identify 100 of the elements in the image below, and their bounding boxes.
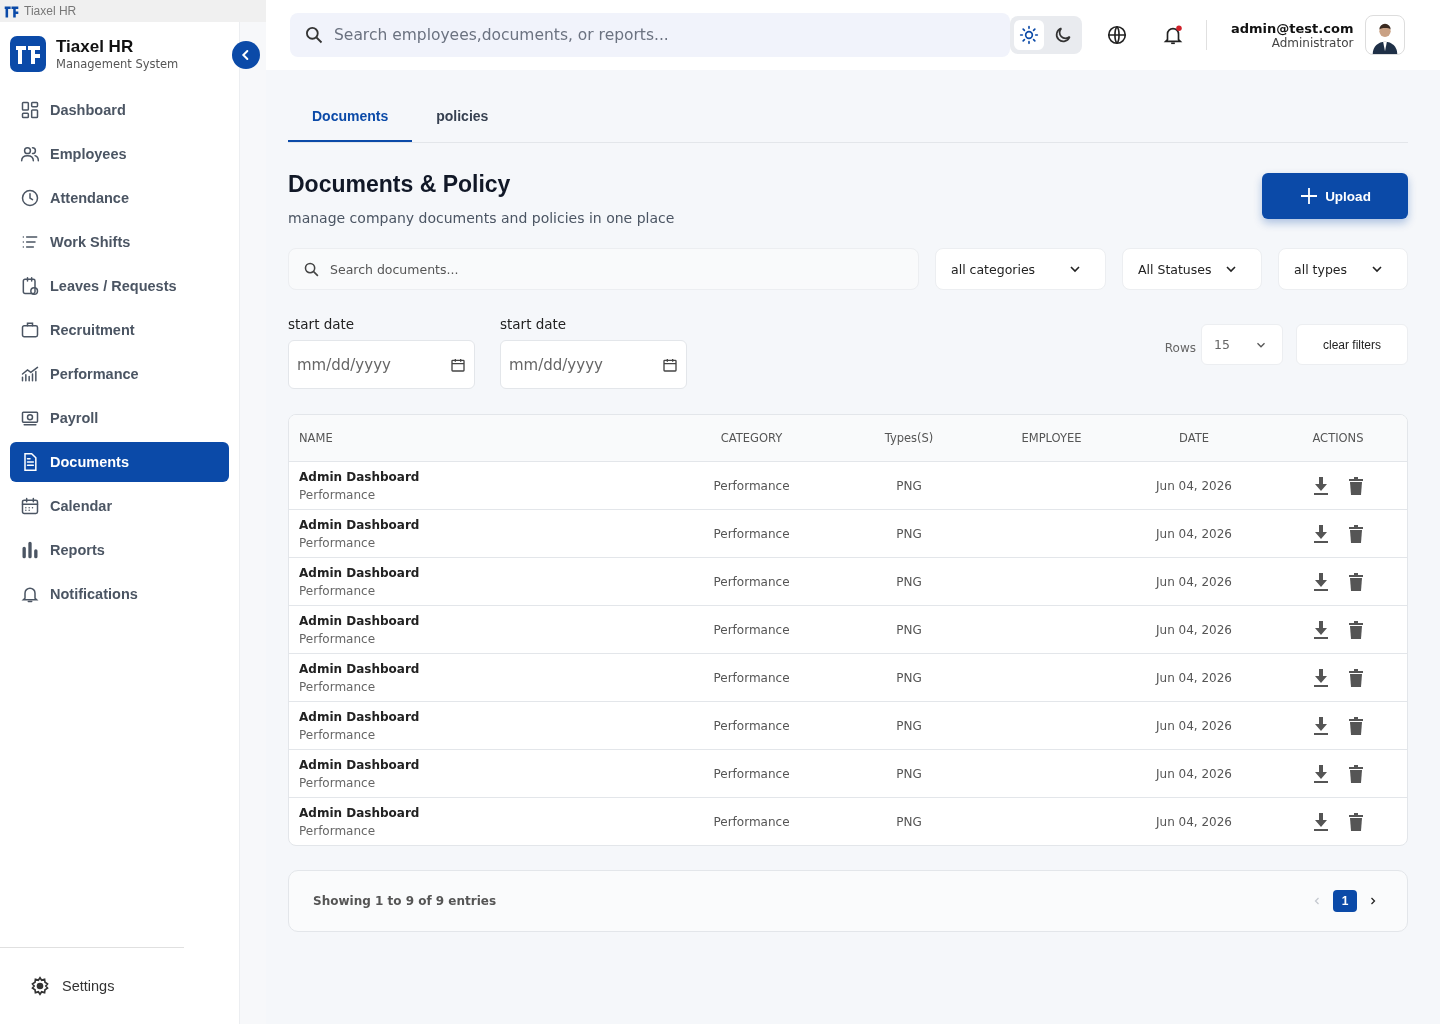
avatar[interactable]: [1365, 15, 1406, 55]
settings-icon: [30, 976, 50, 996]
nav-item[interactable]: Calendar: [10, 486, 229, 526]
user-email: admin@test.com: [1231, 20, 1354, 36]
document-search-field[interactable]: Search documents...: [288, 248, 919, 290]
document-name: Admin Dashboard: [299, 757, 421, 772]
table-cell-text: PNG: [895, 718, 923, 733]
nav-icon: [20, 540, 40, 560]
table-cell-text: PNG: [895, 478, 923, 493]
nav-item[interactable]: Employees: [10, 134, 229, 174]
download-icon[interactable]: [1313, 668, 1329, 687]
document-subtitle: Performance: [299, 535, 377, 550]
download-icon[interactable]: [1313, 716, 1329, 735]
theme-toggle[interactable]: [1010, 16, 1082, 54]
globe-icon[interactable]: [1106, 24, 1128, 46]
global-search-field[interactable]: Search employees,documents, or reports...: [290, 13, 1010, 57]
notification-bell-icon[interactable]: [1162, 24, 1184, 46]
rows-label: Rows: [1164, 340, 1196, 355]
clear-filters-button[interactable]: clear filters: [1296, 324, 1408, 365]
table-cell-text: Performance: [712, 766, 791, 781]
download-icon[interactable]: [1313, 476, 1329, 495]
filter-dropdown[interactable]: all categories: [935, 248, 1106, 290]
trash-icon[interactable]: [1349, 476, 1363, 495]
nav-icon: [20, 100, 40, 120]
table-cell-text: Jun 04, 2026: [1154, 766, 1233, 781]
document-subtitle: Performance: [299, 583, 377, 598]
nav-item[interactable]: Documents: [10, 442, 229, 482]
user-role: Administrator: [1271, 35, 1354, 50]
table-cell-text: Performance: [712, 478, 791, 493]
light-mode-button[interactable]: [1014, 20, 1044, 50]
column-header: EMPLOYEE: [1020, 431, 1083, 445]
trash-icon[interactable]: [1349, 620, 1363, 639]
nav-item[interactable]: Recruitment: [10, 310, 229, 350]
collapse-button[interactable]: [232, 41, 260, 69]
date-label: start date: [288, 316, 356, 332]
trash-icon[interactable]: [1349, 524, 1363, 543]
nav-item[interactable]: Performance: [10, 354, 229, 394]
document-name: Admin Dashboard: [299, 613, 421, 628]
nav-icon: [20, 496, 40, 516]
nav-item[interactable]: Notifications: [10, 574, 229, 614]
document-name: Admin Dashboard: [299, 565, 421, 580]
trash-icon[interactable]: [1349, 668, 1363, 687]
brand-subtitle: Management System: [56, 57, 179, 71]
table-cell-text: Performance: [712, 622, 791, 637]
document-name: Admin Dashboard: [299, 709, 421, 724]
table-cell-text: PNG: [895, 814, 923, 829]
table-cell-text: Jun 04, 2026: [1154, 526, 1233, 541]
table-cell-text: Performance: [712, 574, 791, 589]
settings-item[interactable]: Settings: [0, 976, 115, 996]
trash-icon[interactable]: [1349, 812, 1363, 831]
date-field[interactable]: mm/dd/yyyy: [500, 340, 687, 389]
nav-item[interactable]: Leaves / Requests: [10, 266, 229, 306]
filter-dropdown[interactable]: all types: [1278, 248, 1408, 290]
document-subtitle: Performance: [299, 775, 377, 790]
table-cell-text: Jun 04, 2026: [1154, 574, 1233, 589]
download-icon[interactable]: [1313, 524, 1329, 543]
download-icon[interactable]: [1313, 572, 1329, 591]
document-subtitle: Performance: [299, 823, 377, 838]
table-cell-text: Jun 04, 2026: [1154, 814, 1233, 829]
search-icon: [303, 260, 320, 278]
column-header: Types(S): [883, 431, 935, 445]
upload-button[interactable]: Upload: [1262, 173, 1408, 219]
column-header: CATEGORY: [719, 431, 784, 445]
download-icon[interactable]: [1313, 764, 1329, 783]
column-header: DATE: [1178, 431, 1210, 445]
sun-icon: [1019, 25, 1039, 45]
page-button[interactable]: 1: [1333, 890, 1357, 912]
table-cell-text: PNG: [895, 622, 923, 637]
document-subtitle: Performance: [299, 727, 377, 742]
trash-icon[interactable]: [1349, 716, 1363, 735]
logo-icon: [10, 36, 46, 72]
table-cell-text: Jun 04, 2026: [1154, 478, 1233, 493]
nav-icon: [20, 276, 40, 296]
tab[interactable]: Documents: [288, 96, 413, 142]
column-header: ACTIONS: [1311, 431, 1365, 445]
download-icon[interactable]: [1313, 620, 1329, 639]
nav-icon: [20, 408, 40, 428]
page-subtitle: manage company documents and policies in one place: [288, 210, 675, 226]
nav-item[interactable]: Payroll: [10, 398, 229, 438]
nav-item[interactable]: Dashboard: [10, 90, 229, 130]
filter-dropdown[interactable]: All Statuses: [1122, 248, 1262, 290]
column-header: NAME: [298, 431, 334, 445]
entries-summary: Showing 1 to 9 of 9 entries: [313, 894, 497, 908]
trash-icon[interactable]: [1349, 572, 1363, 591]
table-cell-text: PNG: [895, 526, 923, 541]
trash-icon[interactable]: [1349, 764, 1363, 783]
tab[interactable]: policies: [412, 96, 513, 142]
nav-item[interactable]: Reports: [10, 530, 229, 570]
table-cell-text: Jun 04, 2026: [1154, 718, 1233, 733]
nav-item[interactable]: Attendance: [10, 178, 229, 218]
document-name: Admin Dashboard: [299, 805, 421, 820]
nav-item[interactable]: Work Shifts: [10, 222, 229, 262]
table-cell-text: Performance: [712, 670, 791, 685]
document-subtitle: Performance: [299, 679, 377, 694]
download-icon[interactable]: [1313, 812, 1329, 831]
nav-icon: [20, 188, 40, 208]
rows-dropdown[interactable]: 15: [1201, 324, 1283, 365]
brand-name: Tiaxel HR: [56, 37, 135, 57]
date-field[interactable]: mm/dd/yyyy: [288, 340, 475, 389]
table-cell-text: PNG: [895, 766, 923, 781]
